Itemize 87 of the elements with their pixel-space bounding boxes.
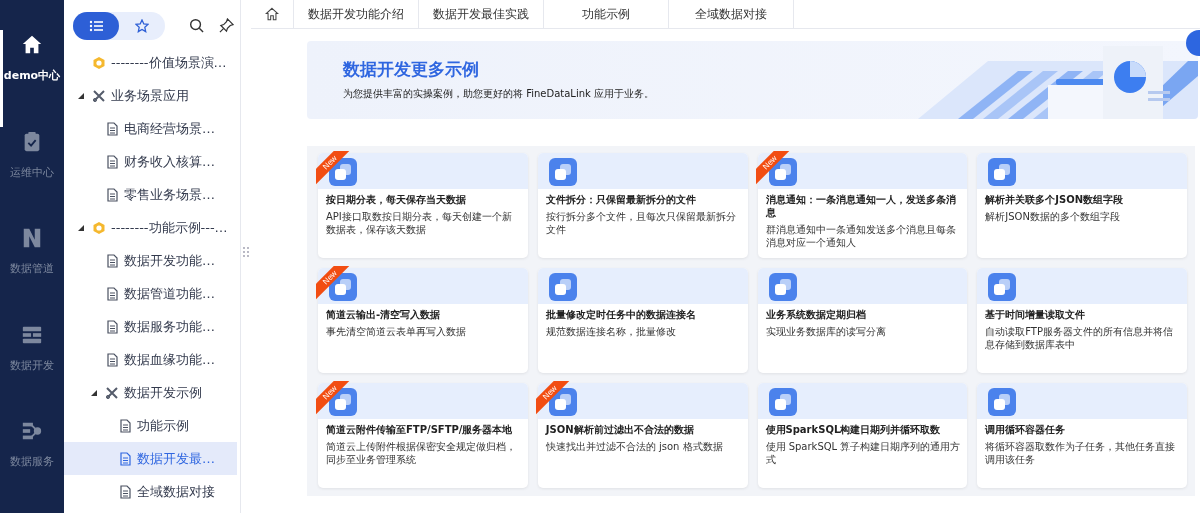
tree-item[interactable]: 数据血缘功能… xyxy=(64,343,237,376)
example-card[interactable]: 批量修改定时任务中的数据连接名 规范数据连接名称，批量修改 xyxy=(537,268,748,373)
card-title: 按日期分表，每天保存当天数据 xyxy=(326,193,467,206)
document-icon xyxy=(118,484,132,499)
tree-item[interactable]: 业务场景应用 xyxy=(64,79,237,112)
home-icon xyxy=(265,7,279,21)
hexagon-icon xyxy=(92,220,106,235)
tree-item[interactable]: 财务收入核算… xyxy=(64,145,237,178)
tree-item[interactable]: 数据管道功能… xyxy=(64,277,237,310)
pin-icon xyxy=(219,18,234,33)
expanded-arrow-icon[interactable] xyxy=(78,92,84,99)
example-card[interactable]: 文件拆分：只保留最新拆分的文件 按行拆分多个文件，且每次只保留最新拆分文件 xyxy=(537,153,748,258)
nav-item[interactable]: demo中心 xyxy=(0,30,61,127)
nav-item[interactable]: 数据服务 xyxy=(0,416,61,513)
card-description: API接口取数按日期分表，每天创建一个新数据表，保存该天数据 xyxy=(326,210,513,236)
app-icon xyxy=(548,158,577,186)
tree-item[interactable]: 零售业务场景… xyxy=(64,178,237,211)
card-description: 规范数据连接名称，批量修改 xyxy=(545,325,677,338)
pin-button[interactable] xyxy=(219,18,235,34)
card-description: 使用 SparkSQL 算子构建日期序列的通用方式 xyxy=(765,440,962,466)
tree-item[interactable]: 全域数据对接 xyxy=(64,475,237,508)
card-description: 快速找出并过滤不合法的 json 格式数据 xyxy=(545,440,724,453)
document-icon xyxy=(118,451,132,466)
card-description: 群消息通知中一条通知发送多个消息且每条消息对应一个通知人 xyxy=(765,223,957,249)
card-description: 解析JSON数据的多个数组字段 xyxy=(985,210,1121,223)
card-description: 事先清空简道云表单再写入数据 xyxy=(326,325,467,338)
card-title: 调用循环容器任务 xyxy=(985,423,1067,436)
card-title: 使用SparkSQL构建日期列并循环取数 xyxy=(765,423,942,436)
card-description: 将循环容器取数作为子任务，其他任务直接调用该任务 xyxy=(985,440,1177,466)
tree-item[interactable]: 电商经营场景… xyxy=(64,112,237,145)
nav-item[interactable]: 运维中心 xyxy=(0,126,61,224)
tools-icon xyxy=(92,88,106,103)
document-icon xyxy=(105,352,119,367)
tree-item[interactable]: 数据开发示例 xyxy=(64,376,237,409)
app-icon xyxy=(548,273,577,301)
tools-icon xyxy=(105,385,119,400)
tree-item[interactable]: 数据开发最… xyxy=(64,442,237,475)
card-title: 批量修改定时任务中的数据连接名 xyxy=(545,308,697,321)
example-card[interactable]: 业务系统数据定期归档 实现业务数据库的读写分离 xyxy=(757,268,968,373)
document-icon xyxy=(105,253,119,268)
example-card[interactable]: 调用循环容器任务 将循环容器取数作为子任务，其他任务直接调用该任务 xyxy=(977,383,1187,488)
document-icon xyxy=(118,418,132,433)
example-card[interactable]: 基于时间增量读取文件 自动读取FTP服务器文件的所有信息并将信息存储到数据库表中 xyxy=(977,268,1187,373)
card-title: 解析并关联多个JSON数组字段 xyxy=(985,193,1125,206)
search-icon xyxy=(189,18,204,33)
card-description: 按行拆分多个文件，且每次只保留最新拆分文件 xyxy=(545,210,737,236)
document-icon xyxy=(105,319,119,334)
card-description: 实现业务数据库的读写分离 xyxy=(765,325,887,338)
card-title: 文件拆分：只保留最新拆分的文件 xyxy=(545,193,697,206)
app-icon xyxy=(988,388,1017,416)
card-title: 简道云输出-清空写入数据 xyxy=(326,308,442,321)
tree-item[interactable]: 功能示例 xyxy=(64,409,237,442)
expanded-arrow-icon[interactable] xyxy=(78,224,84,231)
app-icon xyxy=(988,158,1017,186)
card-title: 基于时间增量读取文件 xyxy=(985,308,1087,321)
card-title: 简道云附件传输至FTP/SFTP/服务器本地 xyxy=(326,423,514,436)
card-title: JSON解析前过滤出不合法的数据 xyxy=(545,423,695,436)
tree-item[interactable]: 数据开发功能… xyxy=(64,244,237,277)
pipeline-icon xyxy=(21,227,43,250)
document-icon xyxy=(105,187,119,202)
card-title: 业务系统数据定期归档 xyxy=(765,308,867,321)
document-icon xyxy=(105,154,119,169)
search-button[interactable] xyxy=(189,18,205,34)
banner-title: 数据开发更多示例 xyxy=(343,58,480,81)
tree-item[interactable]: --------功能示例---… xyxy=(64,211,237,244)
card-description: 简道云上传附件根据保密安全规定做归档，同步至业务管理系统 xyxy=(326,440,517,466)
document-icon xyxy=(105,121,119,136)
view-tab[interactable] xyxy=(73,12,119,40)
example-card[interactable]: 使用SparkSQL构建日期列并循环取数 使用 SparkSQL 算子构建日期序列的通用方式 xyxy=(757,383,968,488)
card-title: 消息通知：一条消息通知一人，发送多条消息 xyxy=(765,193,957,219)
expanded-arrow-icon[interactable] xyxy=(91,389,97,396)
banner-subtitle: 为您提供丰富的实操案例，助您更好的将 FineDataLink 应用于业务。 xyxy=(343,87,654,101)
nav-item[interactable]: 数据管道 xyxy=(0,223,61,320)
nav-item[interactable]: 数据开发 xyxy=(0,319,61,417)
app-icon xyxy=(768,273,797,301)
hexagon-icon xyxy=(92,55,106,70)
tree-item[interactable]: --------价值场景演… xyxy=(64,46,237,79)
home-icon xyxy=(21,34,43,56)
drag-handle-icon[interactable] xyxy=(243,246,249,257)
app-icon xyxy=(988,273,1017,301)
card-description: 自动读取FTP服务器文件的所有信息并将信息存储到数据库表中 xyxy=(985,325,1174,351)
document-icon xyxy=(105,286,119,301)
example-card[interactable]: 解析并关联多个JSON数组字段 解析JSON数据的多个数组字段 xyxy=(977,153,1187,258)
star-icon xyxy=(135,19,149,33)
app-icon xyxy=(768,388,797,416)
list-icon xyxy=(89,19,103,33)
tree-item[interactable]: 数据服务功能… xyxy=(64,310,237,343)
